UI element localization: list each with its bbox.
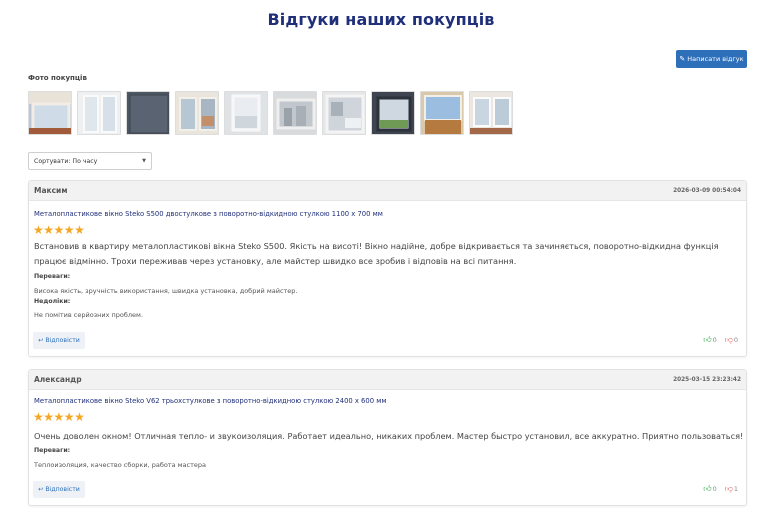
pencil-icon: ✎: [679, 55, 686, 63]
review-author: Александр: [34, 375, 82, 384]
photo-thumb-5[interactable]: [224, 91, 268, 135]
dislike-count: 1: [733, 485, 738, 493]
photo-thumb-4[interactable]: [175, 91, 219, 135]
reply-button[interactable]: ↩ Відповісти: [33, 332, 85, 349]
chevron-down-icon: ▼: [142, 158, 146, 164]
star-icon: ★: [74, 223, 85, 237]
photo-thumb-8[interactable]: [371, 91, 415, 135]
page-title: Відгуки наших покупців: [267, 10, 495, 29]
reply-button[interactable]: ↩ Відповісти: [33, 481, 85, 498]
photo-thumb-3[interactable]: [126, 91, 170, 135]
star-icon: ★: [63, 410, 75, 424]
sort-select[interactable]: Сортувати: По часу ▼: [28, 152, 152, 170]
photo-thumb-1[interactable]: [28, 91, 72, 135]
pros-label: Переваги:: [34, 447, 71, 454]
review-text: Встановив в квартиру металопластикові ві…: [34, 241, 719, 266]
pros-label: Переваги:: [34, 273, 71, 280]
star-icon: ★: [53, 410, 65, 424]
cons-label: Недоліки:: [34, 298, 71, 305]
review-date: 2026-03-09 00:54:04: [673, 187, 741, 194]
photo-thumb-7[interactable]: [322, 91, 366, 135]
photos-label: Фото покупців: [28, 74, 87, 82]
review-product-link[interactable]: Металопластикове вікно Steko S500 двосту…: [34, 210, 383, 218]
thumbs-down-icon: 👎︎: [724, 335, 733, 344]
rating-stars: ★★★★★: [33, 223, 85, 237]
star-icon: ★: [53, 223, 65, 237]
rating-stars: ★★★★★: [33, 410, 85, 424]
reply-label: Відповісти: [45, 486, 80, 493]
thumbs-down-icon: 👎︎: [724, 484, 733, 493]
photo-thumb-10[interactable]: [469, 91, 513, 135]
review-card: Александр 2025-03-15 23:23:42 Металоплас…: [28, 369, 747, 506]
photo-thumb-9[interactable]: [420, 91, 464, 135]
star-icon: ★: [43, 410, 54, 424]
thumbs-up-icon: 👍︎: [703, 335, 712, 344]
write-review-button[interactable]: ✎ Написати відгук: [676, 50, 747, 68]
photo-gallery: [28, 91, 513, 135]
dislike-button[interactable]: 👎︎ 1: [725, 484, 738, 494]
reply-label: Відповісти: [45, 337, 80, 344]
write-review-label: Написати відгук: [687, 55, 744, 63]
vote-controls: 👍︎ 0 👎︎ 1: [703, 484, 738, 494]
review-author: Максим: [34, 186, 68, 195]
review-date: 2025-03-15 23:23:42: [673, 376, 741, 383]
like-count: 0: [712, 336, 717, 344]
reply-icon: ↩: [38, 486, 44, 493]
reply-icon: ↩: [38, 337, 44, 344]
review-header: Александр 2025-03-15 23:23:42: [29, 370, 746, 390]
review-text: Очень доволен окном! Отличная тепло- и з…: [34, 431, 744, 441]
star-icon: ★: [63, 223, 75, 237]
like-button[interactable]: 👍︎ 0: [703, 335, 717, 345]
dislike-count: 0: [733, 336, 738, 344]
vote-controls: 👍︎ 0 👎︎ 0: [703, 335, 738, 345]
photo-thumb-6[interactable]: [273, 91, 317, 135]
star-icon: ★: [74, 410, 85, 424]
pros-text: Висока якість, зручність використання, ш…: [34, 287, 298, 295]
sort-selected-value: Сортувати: По часу: [34, 157, 98, 165]
photo-thumb-2[interactable]: [77, 91, 121, 135]
cons-text: Не помітив серйозних проблем.: [34, 311, 144, 319]
thumbs-up-icon: 👍︎: [703, 484, 712, 493]
review-product-link[interactable]: Металопластикове вікно Steko V62 трьохст…: [34, 397, 386, 405]
star-icon: ★: [33, 410, 44, 424]
dislike-button[interactable]: 👎︎ 0: [725, 335, 738, 345]
star-icon: ★: [43, 223, 54, 237]
review-card: Максим 2026-03-09 00:54:04 Металопластик…: [28, 180, 747, 357]
review-header: Максим 2026-03-09 00:54:04: [29, 181, 746, 201]
like-count: 0: [712, 485, 717, 493]
pros-text: Теплоизоляция, качество сборки, работа м…: [34, 461, 206, 469]
star-icon: ★: [33, 223, 44, 237]
like-button[interactable]: 👍︎ 0: [703, 484, 717, 494]
